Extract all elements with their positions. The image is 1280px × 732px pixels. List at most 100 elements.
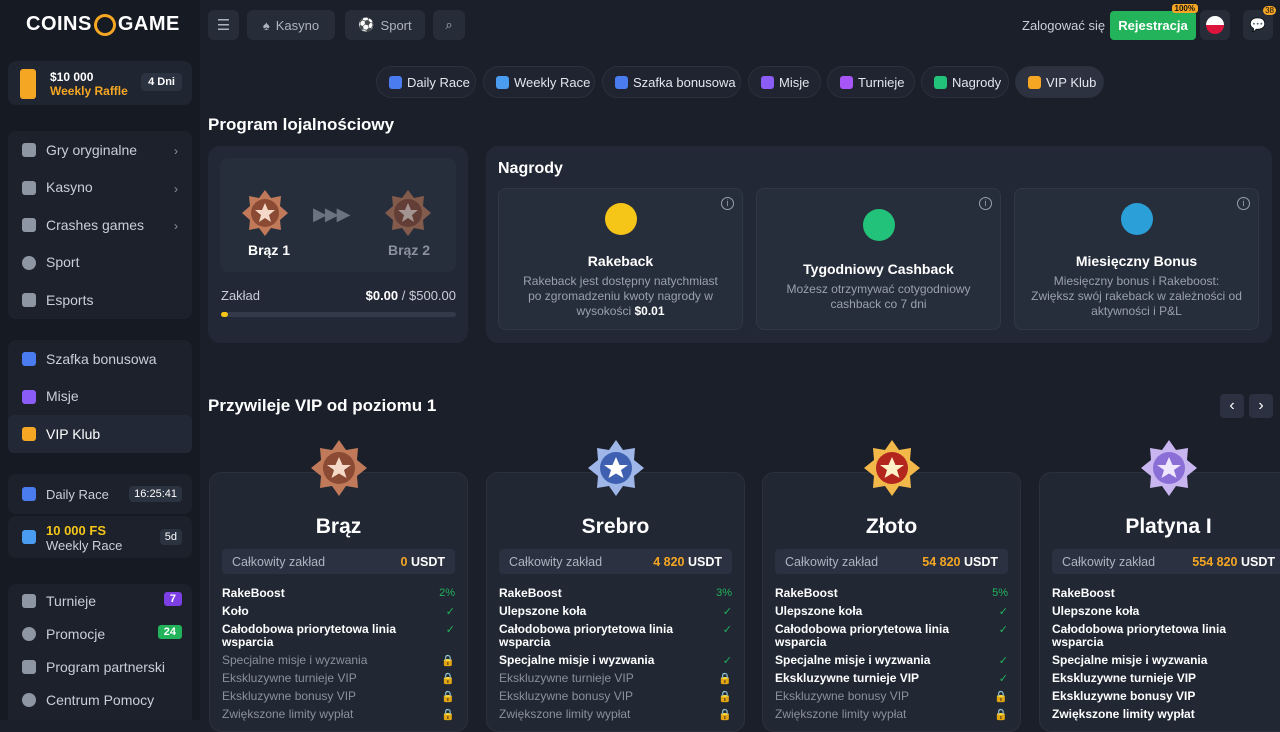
calendar-icon (496, 76, 509, 89)
reward-card-weekly-cashback[interactable]: i Tygodniowy Cashback Możesz otrzymywać … (756, 188, 1001, 330)
tier-name: Platyna I (1125, 515, 1212, 538)
grid-icon (761, 76, 774, 89)
perk-label: RakeBoost (222, 586, 285, 600)
bronze-medal-icon (242, 190, 288, 236)
wager-label: Zakład (221, 288, 261, 303)
perk-row: Ekskluzywne turnieje VIP 🔒 (499, 672, 732, 686)
sidebar-item-originals[interactable]: Gry oryginalne › (8, 131, 192, 169)
lock-icon (1120, 203, 1153, 235)
perk-label: Całodobowa priorytetowa linia wsparcia (499, 622, 674, 649)
wager-progress-fill (221, 312, 229, 317)
sidebar-item-label: Crashes games (46, 216, 145, 233)
reward-card-monthly-bonus[interactable]: i Miesięczny Bonus Miesięczny bonus i Ra… (1014, 188, 1259, 330)
reward-title: Rakeback (587, 253, 654, 269)
promo-icon (22, 627, 36, 641)
login-link[interactable]: Zalogować się (1022, 18, 1105, 33)
sidebar-item-vip-club[interactable]: VIP Klub (8, 415, 192, 453)
logo[interactable]: COINS GAME (26, 10, 180, 39)
sidebar-item-esports[interactable]: Esports (8, 281, 192, 319)
loyalty-heading: Program lojalnościowy (208, 115, 395, 134)
tier-wager-label: Całkowity zakład (1062, 554, 1156, 569)
lock-icon: 🔒 (994, 709, 1008, 721)
chat-button[interactable]: 💬 38 (1243, 6, 1276, 40)
perk-label: Specjalne misje i wyzwania (222, 653, 368, 667)
tab-daily-race[interactable]: Daily Race (376, 66, 476, 98)
sidebar-item-casino[interactable]: Kasyno › (8, 169, 192, 207)
perk-label: Całodobowa priorytetowa linia wsparcia (775, 622, 950, 649)
perk-label: Koło (222, 604, 249, 618)
reward-desc-amount: $0.01 (634, 304, 665, 318)
nav-group-bonus: Szafka bonusowa Misje VIP Klub (8, 340, 192, 453)
perk-row: Ulepszone koła (1052, 605, 1280, 618)
tier-wager-value: 0 USDT (400, 554, 445, 569)
promotions-badge: 24 (157, 625, 182, 639)
perk-row: Całodobowa priorytetowa linia wsparcia (1052, 623, 1280, 649)
tab-weekly-race[interactable]: Weekly Race (483, 66, 595, 98)
perk-row: Ekskluzywne bonusy VIP (1052, 690, 1280, 703)
rewards-heading: Nagrody (498, 160, 563, 177)
perk-label: Ulepszone koła (775, 604, 863, 618)
vip-heading: Przywileje VIP od poziomu 1 (208, 396, 437, 415)
sidebar-item-label: Gry oryginalne (46, 141, 138, 158)
sport-button[interactable]: ⚽ Sport (345, 10, 425, 40)
next-rank: Brąz 2 (388, 242, 431, 258)
tier-wager-value: 54 820 USDT (922, 554, 998, 569)
sidebar-item-tournaments[interactable]: Turnieje 7 (8, 584, 192, 617)
sidebar-item-bonus-locker[interactable]: Szafka bonusowa (8, 340, 192, 378)
perk-label: RakeBoost (499, 586, 562, 600)
language-button[interactable] (1200, 10, 1230, 40)
sidebar-item-missions[interactable]: Misje (8, 378, 192, 416)
info-icon[interactable]: i (1237, 197, 1250, 210)
lock-icon: 🔒 (441, 709, 455, 721)
tab-label: Daily Race (407, 74, 470, 90)
weekly-race-days: 5d (159, 529, 182, 545)
perk-row: Zwiększone limity wypłat 🔒 (222, 708, 455, 722)
info-icon[interactable]: i (721, 197, 734, 210)
perk-row: Całodobowa priorytetowa linia wsparcia ✓ (499, 623, 732, 649)
reward-icon (934, 76, 947, 89)
tab-rewards[interactable]: Nagrody (921, 66, 1009, 98)
perk-row: Zwiększone limity wypłat 🔒 (499, 708, 732, 722)
vip-tier-card: Platyna I Całkowity zakład 554 820 USDT Rak… (1039, 472, 1280, 732)
tier-wager-value: 554 820 USDT (1192, 554, 1275, 569)
crown-icon (22, 427, 36, 441)
tab-vip-club[interactable]: VIP Klub (1015, 66, 1104, 98)
chevron-right-icon: › (174, 219, 178, 233)
search-button[interactable]: ⌕ (433, 10, 465, 40)
tab-missions[interactable]: Misje (748, 66, 821, 98)
sidebar-item-help[interactable]: Centrum Pomocy (8, 683, 192, 716)
perk-label: Zwiększone limity wypłat (775, 707, 907, 721)
register-button[interactable]: Rejestracja 100% (1110, 4, 1198, 40)
check-icon: ✓ (722, 624, 732, 636)
tab-tournaments[interactable]: Turnieje (827, 66, 915, 98)
perk-row: Ekskluzywne bonusy VIP 🔒 (222, 689, 455, 704)
info-icon[interactable]: i (979, 197, 992, 210)
weekly-raffle-banner[interactable]: $10 000 Weekly Raffle 4 Dni (8, 61, 192, 105)
sidebar-item-affiliate[interactable]: Program partnerski (8, 650, 192, 683)
nav-group-games: Gry oryginalne › Kasyno › Crashes games › S… (8, 131, 192, 319)
raffle-days: 4 Dni (141, 73, 182, 91)
perk-label: Całodobowa priorytetowa linia wsparcia (222, 622, 397, 649)
next-arrow-button[interactable]: › (1249, 394, 1273, 418)
tab-bonus-locker[interactable]: Szafka bonusowa (602, 66, 741, 98)
sport-label: Sport (380, 17, 412, 33)
sidebar-item-promotions[interactable]: Promocje 24 (8, 617, 192, 650)
check-icon: ✓ (998, 673, 1008, 685)
daily-race-item[interactable]: Daily Race 16:25:41 (8, 474, 192, 514)
reward-card-rakeback[interactable]: i Rakeback Rakeback jest dostępny natych… (498, 188, 743, 330)
tab-label: VIP Klub (1046, 74, 1097, 90)
trophy-icon (389, 76, 402, 89)
sidebar-item-crashes[interactable]: Crashes games › (8, 206, 192, 244)
check-icon: ✓ (722, 655, 732, 667)
weekly-race-item[interactable]: 10 000 FS Weekly Race 5d (8, 516, 192, 558)
menu-toggle-button[interactable]: ☰ (208, 10, 239, 40)
perk-label: Ekskluzywne bonusy VIP (222, 689, 357, 703)
perk-row: Zwiększone limity wypłat (1052, 708, 1280, 721)
casino-button[interactable]: ♠ Kasyno (247, 10, 335, 40)
tournament-icon (22, 594, 36, 608)
perk-value: 3% (716, 587, 732, 599)
prev-arrow-button[interactable]: ‹ (1220, 394, 1244, 418)
search-icon: ⌕ (445, 17, 453, 32)
perk-label: Ekskluzywne bonusy VIP (1052, 689, 1196, 703)
sidebar-item-sport[interactable]: Sport (8, 244, 192, 282)
